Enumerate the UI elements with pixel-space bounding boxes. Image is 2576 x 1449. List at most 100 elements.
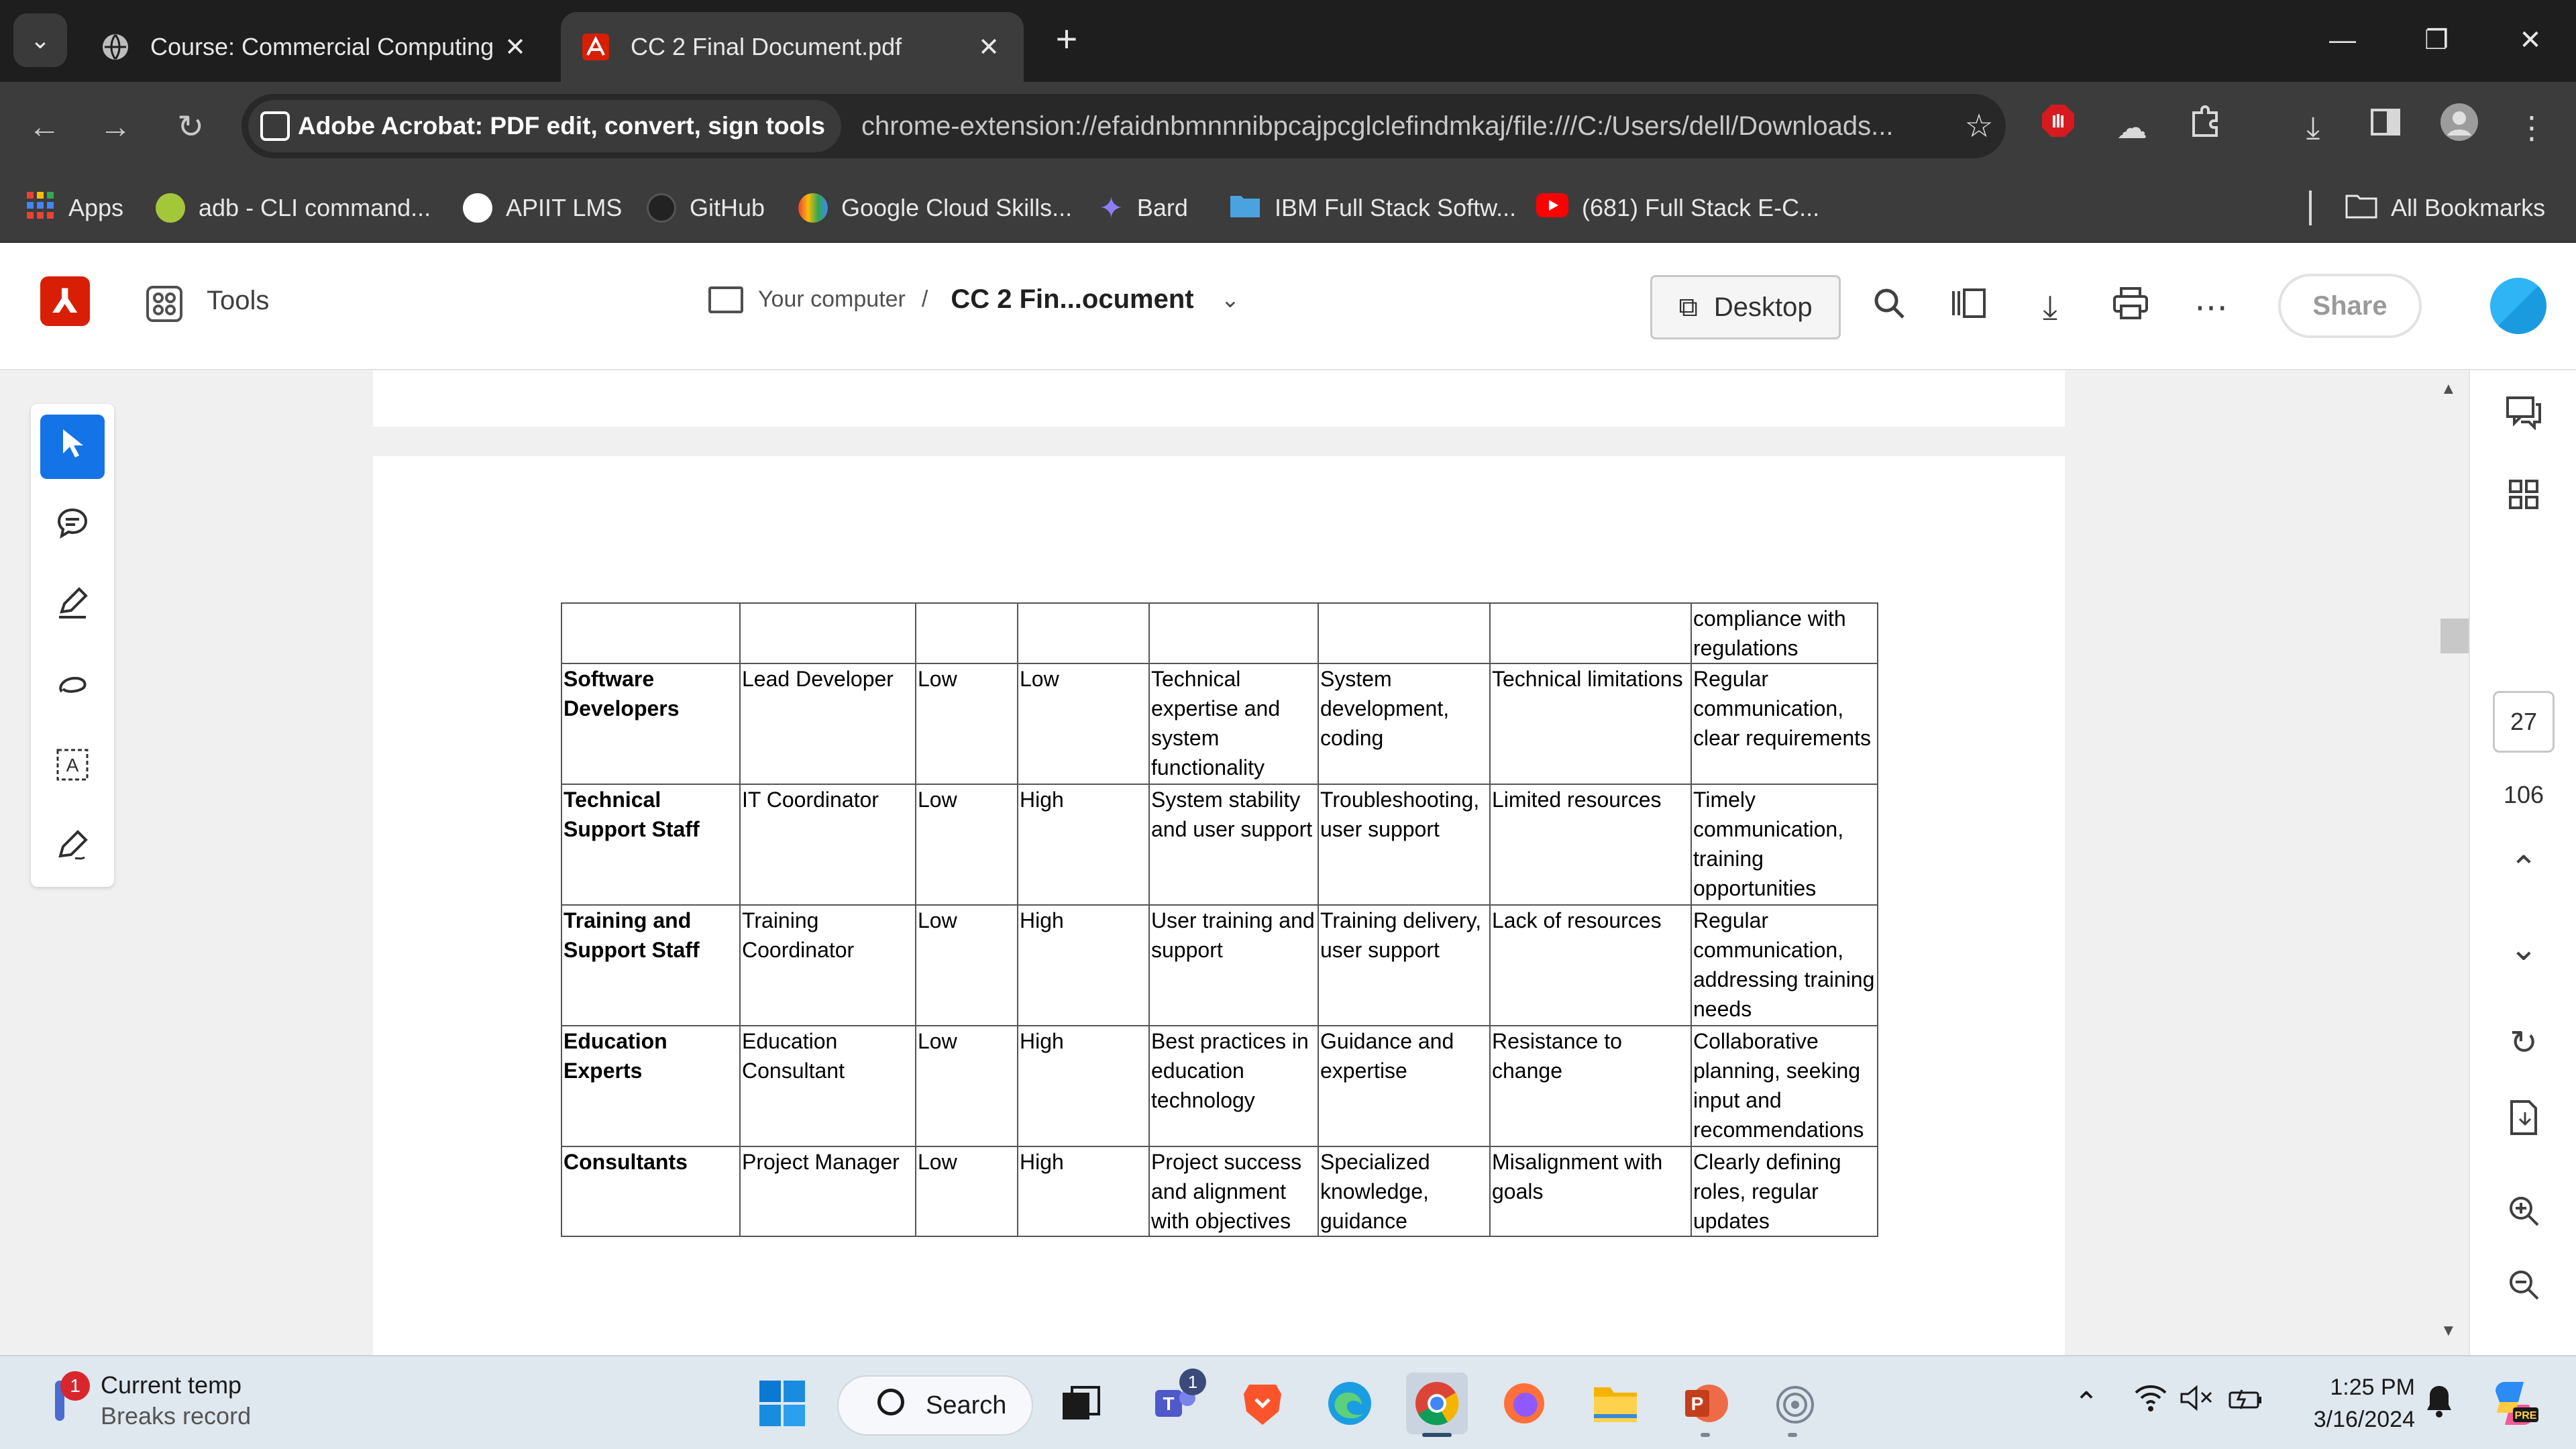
bookmark-apps[interactable]: Apps (25, 188, 123, 228)
more-options-icon[interactable]: ⋯ (2190, 286, 2233, 329)
windows-taskbar: 1 Current temp Breaks record Search T 1 … (0, 1355, 2576, 1449)
pdf-page: compliance with regulations Software Deve… (373, 456, 2065, 1355)
file-explorer-icon[interactable] (1585, 1373, 1646, 1434)
chevron-down-icon[interactable]: ⌄ (1221, 286, 1240, 313)
download-icon[interactable]: ⤓ (2288, 102, 2339, 153)
side-panel-icon[interactable] (2360, 102, 2411, 153)
tools-grid-icon[interactable] (146, 286, 182, 322)
table-row: Education Experts Education Consultant Low… (561, 1025, 1878, 1147)
chevron-down-icon[interactable]: ⌄ (2500, 924, 2548, 973)
weather-widget[interactable]: 1 Current temp Breaks record (40, 1371, 251, 1430)
chevron-up-icon[interactable]: ⌃ (2066, 1383, 2106, 1424)
volume-muted-icon[interactable] (2178, 1383, 2218, 1424)
bookmark-all-bookmarks[interactable]: All Bookmarks (2345, 188, 2545, 228)
stakeholder-name-cell: Technical Support Staff (561, 784, 741, 906)
new-tab-button[interactable]: + (1046, 19, 1087, 62)
app-ring-icon[interactable] (1764, 1373, 1826, 1434)
print-icon[interactable] (2109, 286, 2152, 329)
omnibox[interactable]: Adobe Acrobat: PDF edit, convert, sign t… (241, 94, 2006, 158)
tab-search-button[interactable]: ⌄ (13, 13, 67, 67)
bookmark-youtube-full-stack[interactable]: (681) Full Stack E-C... (1536, 188, 1819, 228)
share-button[interactable]: Share (2278, 274, 2422, 338)
text-tool-button[interactable]: A (40, 737, 105, 801)
add-comment-tool-button[interactable] (40, 495, 105, 559)
sign-tool-button[interactable] (40, 817, 105, 881)
url-text[interactable]: chrome-extension://efaidnbmnnnibpcajpcgl… (861, 111, 1952, 142)
chrome-browser-icon[interactable] (1406, 1373, 1468, 1434)
draw-tool-button[interactable] (40, 656, 105, 720)
taskbar-clock[interactable]: 1:25 PM 3/16/2024 (2281, 1371, 2415, 1436)
tab-close-icon[interactable]: ✕ (974, 32, 1004, 62)
adblock-hand-icon[interactable] (2033, 102, 2084, 153)
table-cell: Low (915, 784, 1018, 906)
bookmark-label: IBM Full Stack Softw... (1275, 194, 1517, 221)
comments-panel-icon[interactable] (2500, 394, 2548, 443)
page-thumbnails-icon[interactable] (1948, 286, 1991, 329)
table-cell: System stability and user support (1148, 784, 1319, 906)
search-icon[interactable] (1868, 286, 1911, 329)
document-name[interactable]: CC 2 Fin...ocument (951, 284, 1193, 315)
scrollbar-thumb[interactable] (2440, 619, 2470, 653)
user-avatar[interactable] (2490, 278, 2546, 334)
bookmark-label: All Bookmarks (2391, 194, 2546, 221)
chrome-menu-icon[interactable]: ⋮ (2506, 102, 2557, 153)
task-view-icon[interactable] (1051, 1373, 1112, 1434)
acrobat-logo-icon[interactable]: ⅄ (40, 276, 90, 326)
bookmark-bard[interactable]: ✦ Bard (1099, 188, 1188, 228)
extract-page-icon[interactable] (2500, 1099, 2548, 1147)
close-window-button[interactable]: ✕ (2504, 19, 2557, 62)
bookmark-apiit-lms[interactable]: APIIT LMS (463, 188, 622, 228)
extension-icon (260, 111, 290, 141)
android-icon (156, 193, 185, 223)
zoom-in-icon[interactable] (2500, 1193, 2548, 1241)
reload-icon[interactable]: ↻ (164, 101, 217, 154)
breadcrumb-location[interactable]: Your computer (758, 286, 906, 313)
forward-arrow-icon[interactable]: → (89, 101, 142, 154)
tools-label[interactable]: Tools (207, 286, 269, 316)
table-cell: Regular communication, clear requirement… (1690, 663, 1878, 785)
vertical-scrollbar[interactable]: ▲ ▼ (2436, 370, 2470, 1355)
rotate-icon[interactable]: ↻ (2500, 1018, 2548, 1067)
profile-avatar[interactable] (2434, 102, 2485, 153)
edge-browser-icon[interactable] (1319, 1373, 1381, 1434)
restore-button[interactable]: ❐ (2410, 19, 2463, 62)
copilot-icon[interactable]: PRE (2489, 1378, 2538, 1425)
tab-course-commercial-computing[interactable]: Course: Commercial Computing ✕ (80, 12, 550, 82)
extensions-puzzle-icon[interactable] (2180, 102, 2231, 153)
extension-cloud-icon[interactable]: ☁ (2106, 102, 2157, 153)
select-tool-button[interactable] (40, 415, 105, 479)
firefox-browser-icon[interactable] (1493, 1373, 1555, 1434)
zoom-out-icon[interactable] (2500, 1267, 2548, 1315)
extension-chip[interactable]: Adobe Acrobat: PDF edit, convert, sign t… (248, 100, 841, 152)
highlight-tool-button[interactable] (40, 576, 105, 640)
teams-icon[interactable]: T 1 (1144, 1368, 1206, 1434)
open-in-desktop-button[interactable]: ⧉ Desktop (1650, 275, 1841, 339)
clock-time: 1:25 PM (2330, 1375, 2415, 1400)
windows-start-icon[interactable] (751, 1373, 813, 1434)
wifi-icon[interactable] (2131, 1383, 2171, 1424)
scroll-up-arrow-icon[interactable]: ▲ (2440, 380, 2457, 398)
powerpoint-icon[interactable]: P (1674, 1373, 1736, 1434)
comment-icon (55, 506, 90, 549)
bookmark-adb[interactable]: adb - CLI command... (156, 188, 431, 228)
tab-cc2-final-document[interactable]: CC 2 Final Document.pdf ✕ (561, 12, 1024, 82)
bookmark-github[interactable]: GitHub (647, 188, 765, 228)
download-icon[interactable]: ⤓ (2029, 286, 2072, 329)
scroll-down-arrow-icon[interactable]: ▼ (2440, 1322, 2457, 1340)
bookmark-google-cloud[interactable]: Google Cloud Skills... (798, 188, 1072, 228)
table-cell (1318, 602, 1491, 664)
stakeholder-name-cell (561, 602, 741, 664)
back-arrow-icon[interactable]: ← (17, 101, 71, 154)
tab-close-icon[interactable]: ✕ (500, 32, 530, 62)
chevron-up-icon[interactable]: ⌃ (2500, 844, 2548, 892)
taskbar-search[interactable]: Search (837, 1375, 1033, 1436)
notification-bell-icon[interactable] (2419, 1383, 2459, 1424)
google-cloud-icon (798, 193, 828, 223)
battery-icon[interactable] (2226, 1383, 2266, 1424)
bookmark-star-icon[interactable]: ☆ (1952, 107, 2006, 145)
organize-pages-grid-icon[interactable] (2500, 475, 2548, 523)
bookmark-ibm-full-stack[interactable]: IBM Full Stack Softw... (1229, 188, 1516, 228)
current-page-input[interactable]: 27 (2493, 691, 2555, 753)
brave-browser-icon[interactable] (1232, 1373, 1293, 1434)
minimize-button[interactable]: — (2316, 19, 2369, 62)
